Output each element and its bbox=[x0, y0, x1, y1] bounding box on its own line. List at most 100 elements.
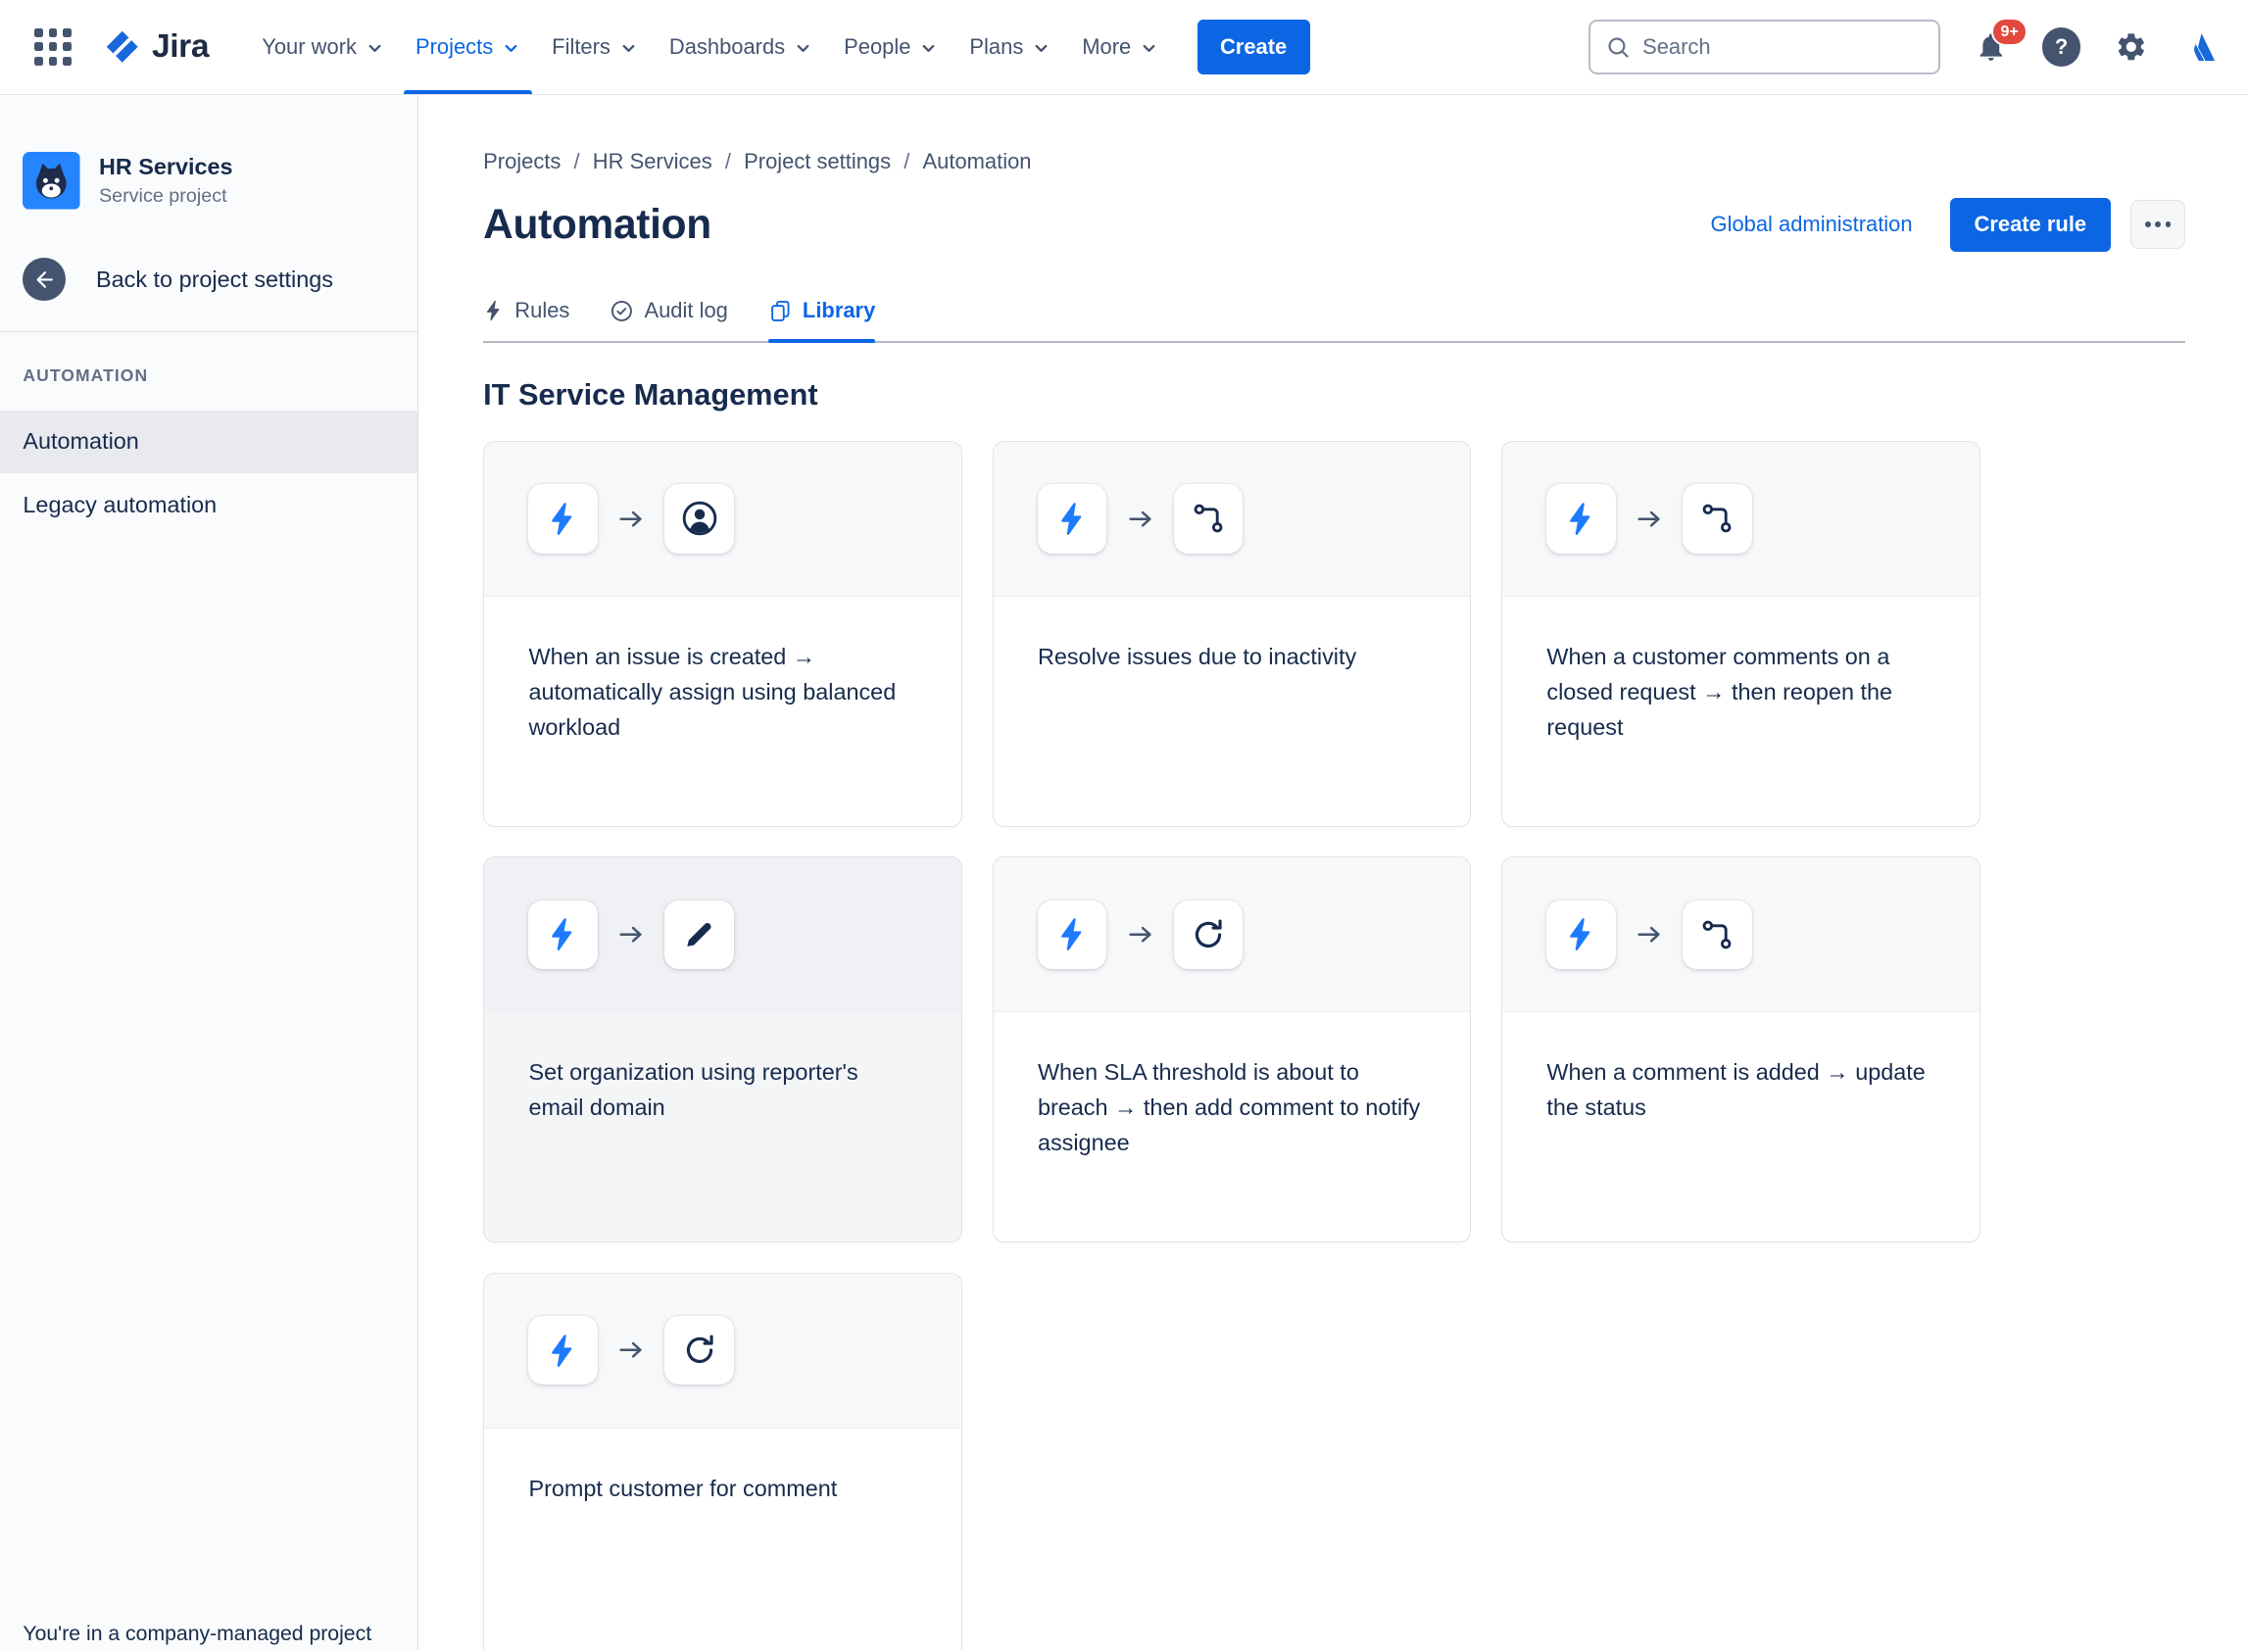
breadcrumb-projects[interactable]: Projects bbox=[483, 149, 561, 174]
back-circle bbox=[23, 258, 67, 302]
back-to-project-settings[interactable]: Back to project settings bbox=[0, 258, 417, 302]
lightning-icon bbox=[1570, 503, 1590, 535]
sidebar-section-title: AUTOMATION bbox=[23, 364, 149, 385]
nav-more[interactable]: More bbox=[1066, 0, 1174, 94]
card-description: When an issue is created → automatically… bbox=[528, 643, 897, 740]
global-administration-link[interactable]: Global administration bbox=[1711, 212, 1913, 237]
tab-rules[interactable]: Rules bbox=[483, 298, 569, 341]
project-header: HR Services Service project bbox=[0, 152, 417, 210]
sidebar-item-legacy-automation[interactable]: Legacy automation bbox=[0, 473, 417, 536]
branch-icon bbox=[1194, 504, 1223, 533]
breadcrumb: Projects / HR Services / Project setting… bbox=[483, 149, 2185, 174]
template-card-reopen-request[interactable]: When a customer comments on a closed req… bbox=[1501, 440, 1980, 827]
user-icon bbox=[682, 502, 716, 536]
action-tile bbox=[1683, 899, 1752, 969]
card-description: When a customer comments on a closed req… bbox=[1546, 643, 1893, 740]
arrow-right-icon bbox=[1637, 510, 1660, 527]
action-tile bbox=[1173, 899, 1244, 969]
template-card-comment-update-status[interactable]: When a comment is added → update the sta… bbox=[1501, 856, 1980, 1242]
nav-dashboards[interactable]: Dashboards bbox=[654, 0, 828, 94]
nav-plans[interactable]: Plans bbox=[953, 0, 1066, 94]
global-search[interactable] bbox=[1588, 19, 1940, 74]
trigger-tile bbox=[528, 899, 598, 969]
template-card-prompt-customer[interactable]: Prompt customer for comment bbox=[483, 1272, 962, 1651]
app-switcher-icon[interactable] bbox=[28, 23, 77, 72]
nav-projects[interactable]: Projects bbox=[400, 0, 536, 95]
card-icon-band bbox=[993, 857, 1471, 1013]
lightning-icon bbox=[1570, 918, 1590, 951]
action-tile bbox=[1683, 484, 1752, 554]
lightning-icon bbox=[552, 503, 572, 535]
nav-filters[interactable]: Filters bbox=[536, 0, 654, 94]
lightning-icon bbox=[552, 918, 572, 951]
arrow-right-icon bbox=[619, 926, 642, 943]
breadcrumb-automation[interactable]: Automation bbox=[923, 149, 1032, 174]
action-tile bbox=[1173, 484, 1244, 554]
refresh-icon bbox=[1195, 919, 1222, 947]
chevron-down-icon bbox=[1143, 44, 1155, 52]
chevron-down-icon bbox=[922, 44, 935, 52]
search-input[interactable] bbox=[1642, 33, 1925, 60]
page-title: Automation bbox=[483, 201, 711, 248]
settings-button[interactable] bbox=[2115, 30, 2148, 64]
section-title: IT Service Management bbox=[483, 376, 818, 412]
atlassian-logo-icon bbox=[2194, 33, 2215, 62]
action-tile bbox=[664, 1315, 734, 1385]
sidebar-divider bbox=[0, 330, 418, 332]
jira-logo[interactable]: Jira bbox=[103, 27, 210, 67]
notifications-button[interactable]: 9+ bbox=[1975, 17, 2028, 64]
trigger-tile bbox=[1037, 484, 1107, 554]
check-circle-icon bbox=[611, 300, 633, 321]
tab-audit-log[interactable]: Audit log bbox=[610, 298, 728, 341]
search-icon bbox=[1608, 37, 1629, 58]
lightning-icon bbox=[1060, 503, 1081, 535]
ellipsis-icon bbox=[2145, 221, 2151, 228]
nav-people[interactable]: People bbox=[828, 0, 953, 94]
breadcrumb-separator: / bbox=[904, 149, 910, 174]
tab-library[interactable]: Library bbox=[767, 298, 875, 344]
template-card-assign-balanced-workload[interactable]: When an issue is created → automatically… bbox=[483, 440, 962, 827]
project-settings-sidebar: HR Services Service project Back to proj… bbox=[0, 94, 419, 1651]
create-rule-button[interactable]: Create rule bbox=[1949, 197, 2111, 253]
main-content: Projects / HR Services / Project setting… bbox=[418, 94, 2248, 1651]
chevron-down-icon bbox=[368, 44, 381, 52]
card-description: Resolve issues due to inactivity bbox=[1037, 643, 1357, 669]
sidebar-item-automation[interactable]: Automation bbox=[0, 410, 418, 473]
chevron-down-icon bbox=[622, 44, 635, 52]
lightning-icon bbox=[1060, 918, 1081, 951]
arrow-right-icon bbox=[1129, 510, 1151, 527]
template-card-set-organization[interactable]: Set organization using reporter's email … bbox=[483, 856, 962, 1242]
jira-logo-icon bbox=[107, 30, 138, 63]
arrow-right-icon bbox=[1129, 926, 1151, 943]
automation-tabs: Rules Audit log Library bbox=[483, 298, 2186, 344]
template-card-sla-threshold[interactable]: When SLA threshold is about to breach → … bbox=[992, 856, 1472, 1242]
trigger-tile bbox=[528, 484, 598, 554]
breadcrumb-separator: / bbox=[573, 149, 580, 174]
more-actions-button[interactable] bbox=[2130, 200, 2186, 250]
project-name: HR Services bbox=[98, 154, 233, 180]
help-button[interactable]: ? bbox=[2041, 27, 2081, 67]
trigger-tile bbox=[528, 1315, 598, 1385]
card-icon-band bbox=[484, 857, 961, 1013]
card-icon-band bbox=[993, 441, 1471, 597]
trigger-tile bbox=[1546, 899, 1616, 969]
branch-icon bbox=[1703, 920, 1732, 949]
nav-your-work[interactable]: Your work bbox=[246, 0, 400, 94]
gear-icon bbox=[2119, 33, 2145, 61]
breadcrumb-project-settings[interactable]: Project settings bbox=[744, 149, 891, 174]
breadcrumb-hr-services[interactable]: HR Services bbox=[593, 149, 712, 174]
project-type-note: You're in a company-managed project bbox=[23, 1622, 372, 1645]
chevron-down-icon bbox=[1035, 44, 1048, 52]
action-tile bbox=[664, 899, 734, 969]
pencil-icon bbox=[687, 923, 711, 947]
template-card-resolve-inactivity[interactable]: Resolve issues due to inactivity bbox=[992, 440, 1472, 827]
chevron-down-icon bbox=[797, 44, 809, 52]
lightning-icon bbox=[552, 1334, 572, 1367]
trigger-tile bbox=[1546, 484, 1616, 554]
card-description: When SLA threshold is about to breach → … bbox=[1037, 1059, 1421, 1155]
card-icon-band bbox=[484, 441, 961, 597]
card-description: Set organization using reporter's email … bbox=[528, 1059, 858, 1120]
atlassian-home-button[interactable] bbox=[2182, 29, 2217, 64]
create-button[interactable]: Create bbox=[1197, 19, 1310, 74]
card-icon-band bbox=[1502, 857, 1979, 1013]
